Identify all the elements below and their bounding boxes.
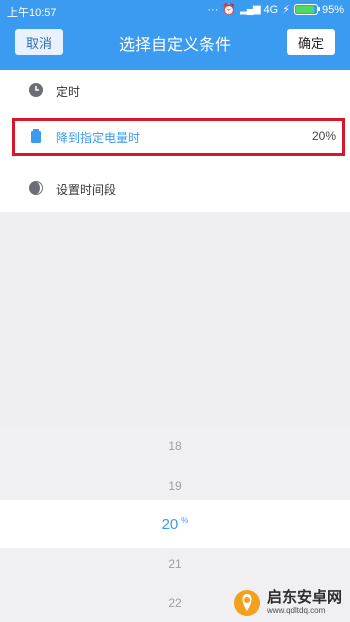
picker-item[interactable]: 18 (0, 439, 350, 453)
status-time: 上午10:57 (7, 7, 57, 19)
battery-percent: 95% (321, 3, 344, 16)
watermark-name: 启东安卓网 (266, 589, 342, 607)
battery-fill (295, 6, 315, 13)
picker-item[interactable]: 19 (0, 479, 350, 493)
battery-icon (31, 129, 41, 143)
option-battery-level[interactable]: 降到指定电量时 20% (12, 118, 345, 156)
watermark: 启东安卓网 www.qdltdq.com (232, 588, 342, 618)
watermark-url: www.qdltdq.com (266, 605, 326, 615)
condition-list: 定时 降到指定电量时 20% 设置时间段 (0, 70, 350, 212)
status-right: ··· ⏰ ▂▄▆ 4G ⚡ 95% (207, 3, 344, 17)
empty-area (0, 212, 350, 427)
battery-icon (293, 4, 320, 15)
network-type: 4G (263, 3, 279, 16)
app-header: 上午10:57 ··· ⏰ ▂▄▆ 4G ⚡ 95% 取消 选择自定义条件 确定 (0, 0, 350, 70)
clock-icon (29, 83, 43, 97)
status-bar: 上午10:57 ··· ⏰ ▂▄▆ 4G ⚡ 95% (0, 0, 350, 20)
option-label: 设置时间段 (56, 183, 117, 197)
option-time-range[interactable]: 设置时间段 (0, 170, 350, 206)
number-picker[interactable]: 18 19 20% 21 22 启东安卓网 www.qdltdq.com (0, 427, 350, 622)
alarm-icon: ⏰ (222, 4, 237, 16)
picker-item[interactable]: 21 (0, 557, 350, 571)
half-moon-icon (29, 181, 43, 195)
option-label: 定时 (56, 85, 81, 99)
charging-icon: ⚡ (282, 4, 290, 16)
option-label: 降到指定电量时 (56, 131, 141, 145)
dots-icon: ··· (207, 3, 219, 16)
picker-unit: % (181, 516, 189, 525)
signal-icon: ▂▄▆ (240, 4, 260, 15)
picker-selected-value: 20 (161, 516, 179, 533)
confirm-button[interactable]: 确定 (287, 29, 335, 55)
picker-item-selected[interactable]: 20% (0, 516, 350, 533)
option-timer[interactable]: 定时 (0, 72, 350, 108)
watermark-logo-icon (233, 590, 260, 616)
option-value: 20% (311, 129, 336, 143)
